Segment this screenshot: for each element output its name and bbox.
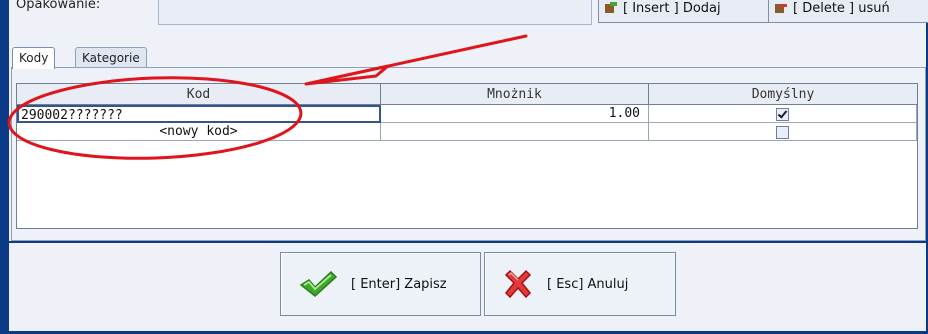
delete-remove-label: [ Delete ] usuń bbox=[793, 0, 890, 16]
column-header-domyslny[interactable]: Domyślny bbox=[649, 84, 917, 105]
packaging-field[interactable] bbox=[158, 0, 592, 25]
cell-mnoznik-row2[interactable] bbox=[381, 123, 649, 141]
add-icon bbox=[605, 2, 617, 13]
insert-add-label: [ Insert ] Dodaj bbox=[623, 0, 721, 16]
checkmark-icon bbox=[299, 270, 338, 297]
codes-table: Kod Mnożnik Domyślny 290002??????? 1.00 … bbox=[16, 83, 918, 229]
cell-mnoznik-row1[interactable]: 1.00 bbox=[381, 105, 649, 123]
packaging-label: Opakowanie: bbox=[16, 0, 101, 12]
tab-kategorie[interactable]: Kategorie bbox=[75, 47, 147, 68]
cell-kod-row1[interactable]: 290002??????? bbox=[17, 105, 381, 123]
insert-add-button[interactable]: [ Insert ] Dodaj bbox=[598, 0, 776, 23]
save-label: [ Enter] Zapisz bbox=[351, 276, 447, 292]
window-left-border bbox=[0, 0, 9, 334]
save-button[interactable]: [ Enter] Zapisz bbox=[280, 252, 481, 316]
cell-domyslny-row2[interactable] bbox=[649, 123, 917, 141]
delete-remove-button[interactable]: [ Delete ] usuń bbox=[768, 0, 928, 23]
cell-domyslny-row1[interactable] bbox=[649, 105, 917, 123]
cancel-button[interactable]: [ Esc] Anuluj bbox=[484, 252, 676, 316]
tab-kody[interactable]: Kody bbox=[12, 47, 56, 69]
default-checkbox-row2[interactable] bbox=[776, 126, 789, 139]
cell-kod-row2[interactable]: <nowy kod> bbox=[17, 123, 381, 141]
default-checkbox-row1[interactable] bbox=[776, 108, 789, 121]
cancel-x-icon bbox=[504, 269, 532, 299]
column-header-kod[interactable]: Kod bbox=[17, 84, 381, 105]
delete-icon bbox=[775, 4, 787, 13]
column-header-mnoznik[interactable]: Mnożnik bbox=[381, 84, 649, 105]
cancel-label: [ Esc] Anuluj bbox=[547, 276, 629, 292]
dialog-frame: Opakowanie: [ Insert ] Dodaj [ Delete ] … bbox=[0, 0, 928, 334]
